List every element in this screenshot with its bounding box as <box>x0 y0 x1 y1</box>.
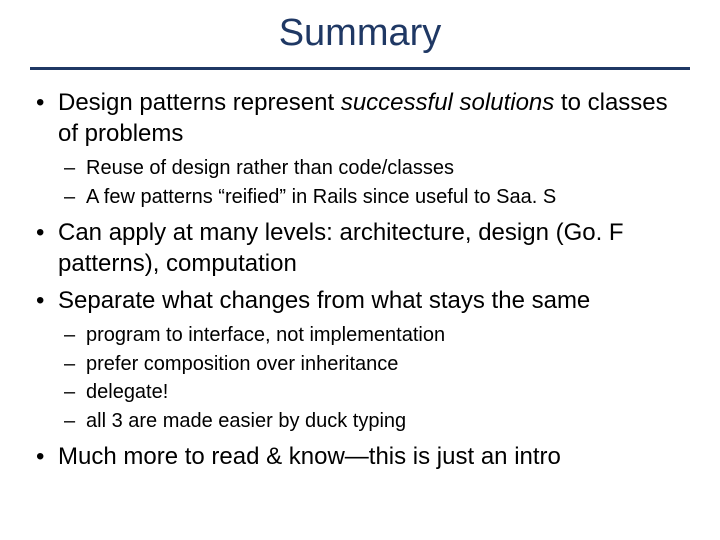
sub-bullet-item: all 3 are made easier by duck typing <box>58 408 690 434</box>
bullet-text: Much more to read & know—this is just an… <box>58 443 561 470</box>
sub-bullet-text: Reuse of design rather than code/classes <box>86 157 454 179</box>
bullet-item: Much more to read & know—this is just an… <box>30 442 690 473</box>
sub-bullet-item: prefer composition over inheritance <box>58 351 690 377</box>
bullet-text-emphasis: successful solutions <box>341 89 554 116</box>
sub-bullet-text: delegate! <box>86 381 168 403</box>
sub-bullet-item: Reuse of design rather than code/classes <box>58 155 690 181</box>
sub-bullet-text: program to interface, not implementation <box>86 324 445 346</box>
sub-bullet-item: program to interface, not implementation <box>58 322 690 348</box>
bullet-text: Separate what changes from what stays th… <box>58 287 590 314</box>
sub-bullet-list: program to interface, not implementation… <box>58 322 690 434</box>
bullet-item: Separate what changes from what stays th… <box>30 286 690 434</box>
slide: Summary Design patterns represent succes… <box>0 0 720 540</box>
sub-bullet-text: prefer composition over inheritance <box>86 353 398 375</box>
sub-bullet-text: A few patterns “reified” in Rails since … <box>86 186 556 208</box>
sub-bullet-list: Reuse of design rather than code/classes… <box>58 155 690 210</box>
sub-bullet-item: A few patterns “reified” in Rails since … <box>58 184 690 210</box>
sub-bullet-item: delegate! <box>58 379 690 405</box>
bullet-item: Design patterns represent successful sol… <box>30 88 690 210</box>
sub-bullet-text: all 3 are made easier by duck typing <box>86 410 406 432</box>
slide-title: Summary <box>30 12 690 70</box>
bullet-list: Design patterns represent successful sol… <box>30 88 690 473</box>
bullet-text: Can apply at many levels: architecture, … <box>58 219 624 277</box>
bullet-text: Design patterns represent <box>58 89 341 116</box>
bullet-item: Can apply at many levels: architecture, … <box>30 218 690 279</box>
